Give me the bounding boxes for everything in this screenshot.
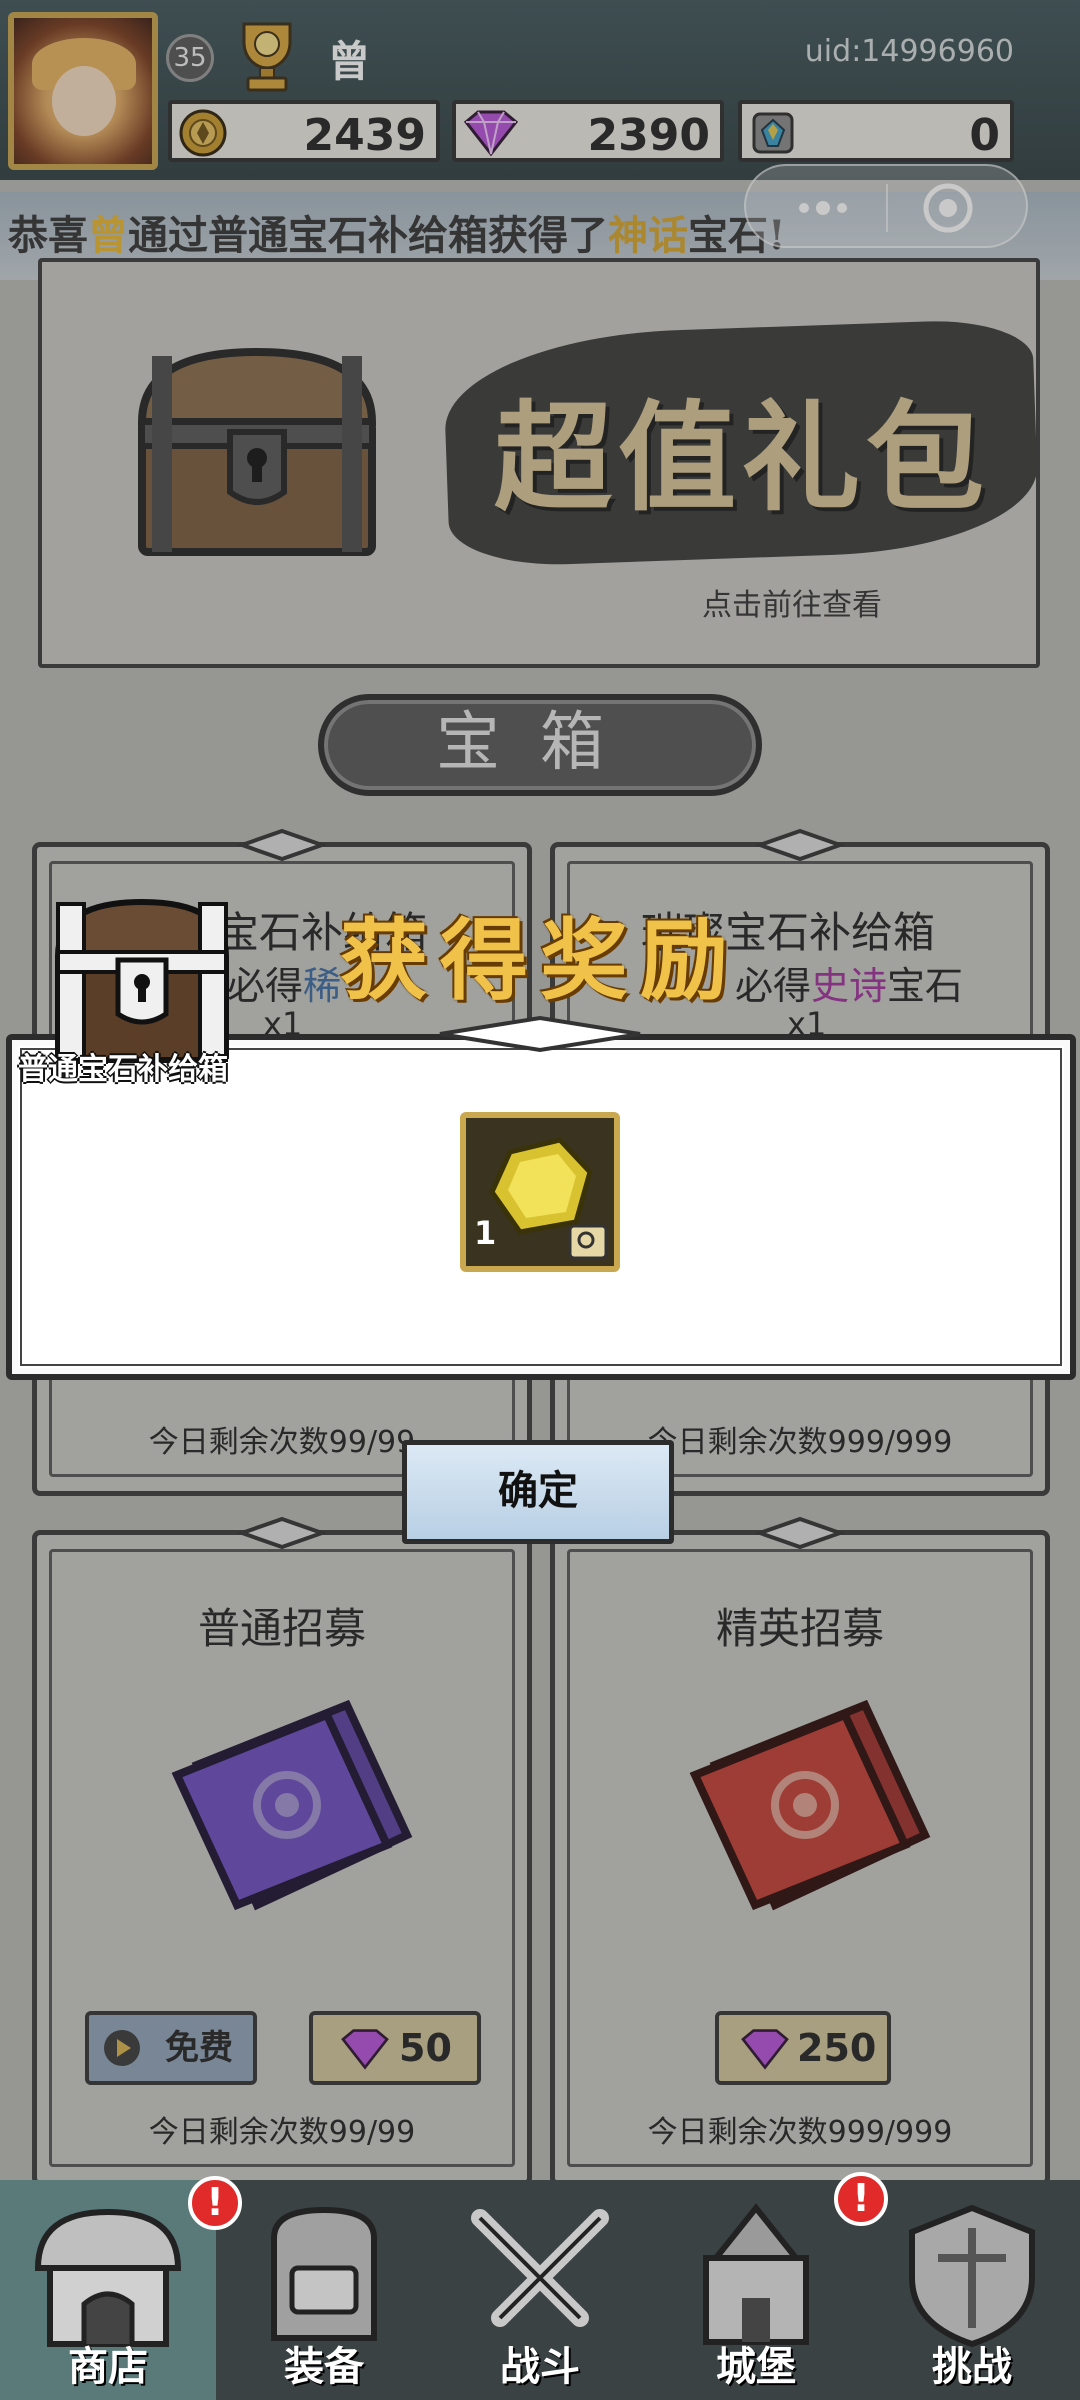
nav-label: 挑战 bbox=[932, 2344, 1012, 2390]
bottom-navigation: ! 商店 装备 战斗 ! 城堡 挑战 bbox=[0, 2172, 1080, 2400]
reward-item-quantity: 1 bbox=[474, 1214, 497, 1252]
nav-label: 商店 bbox=[68, 2344, 148, 2390]
backpack-icon bbox=[271, 2206, 377, 2341]
nav-tab-shop[interactable]: ! 商店 bbox=[0, 2176, 242, 2400]
nav-tab-equipment[interactable]: 装备 bbox=[216, 2180, 432, 2400]
modal-title-ornament bbox=[439, 1015, 641, 1053]
castle-icon bbox=[703, 2203, 809, 2345]
reward-chest-label: 普通宝石补给箱 bbox=[18, 1052, 228, 1087]
nav-label: 装备 bbox=[284, 2344, 364, 2390]
nav-label: 战斗 bbox=[500, 2344, 580, 2390]
nav-label: 城堡 bbox=[716, 2344, 796, 2390]
nav-tab-challenge[interactable]: 挑战 bbox=[864, 2180, 1080, 2400]
rarity-tag-icon bbox=[568, 1224, 608, 1260]
confirm-button[interactable]: 确定 bbox=[402, 1440, 674, 1544]
crossed-swords-icon bbox=[471, 2209, 609, 2327]
white-chest-icon bbox=[54, 898, 230, 1063]
shield-icon bbox=[909, 2204, 1035, 2348]
nav-tab-battle[interactable]: 战斗 bbox=[432, 2180, 648, 2400]
reward-item-slot[interactable]: 1 bbox=[460, 1112, 620, 1272]
shop-icon bbox=[34, 2208, 182, 2347]
nav-tab-castle[interactable]: ! 城堡 bbox=[648, 2172, 888, 2400]
